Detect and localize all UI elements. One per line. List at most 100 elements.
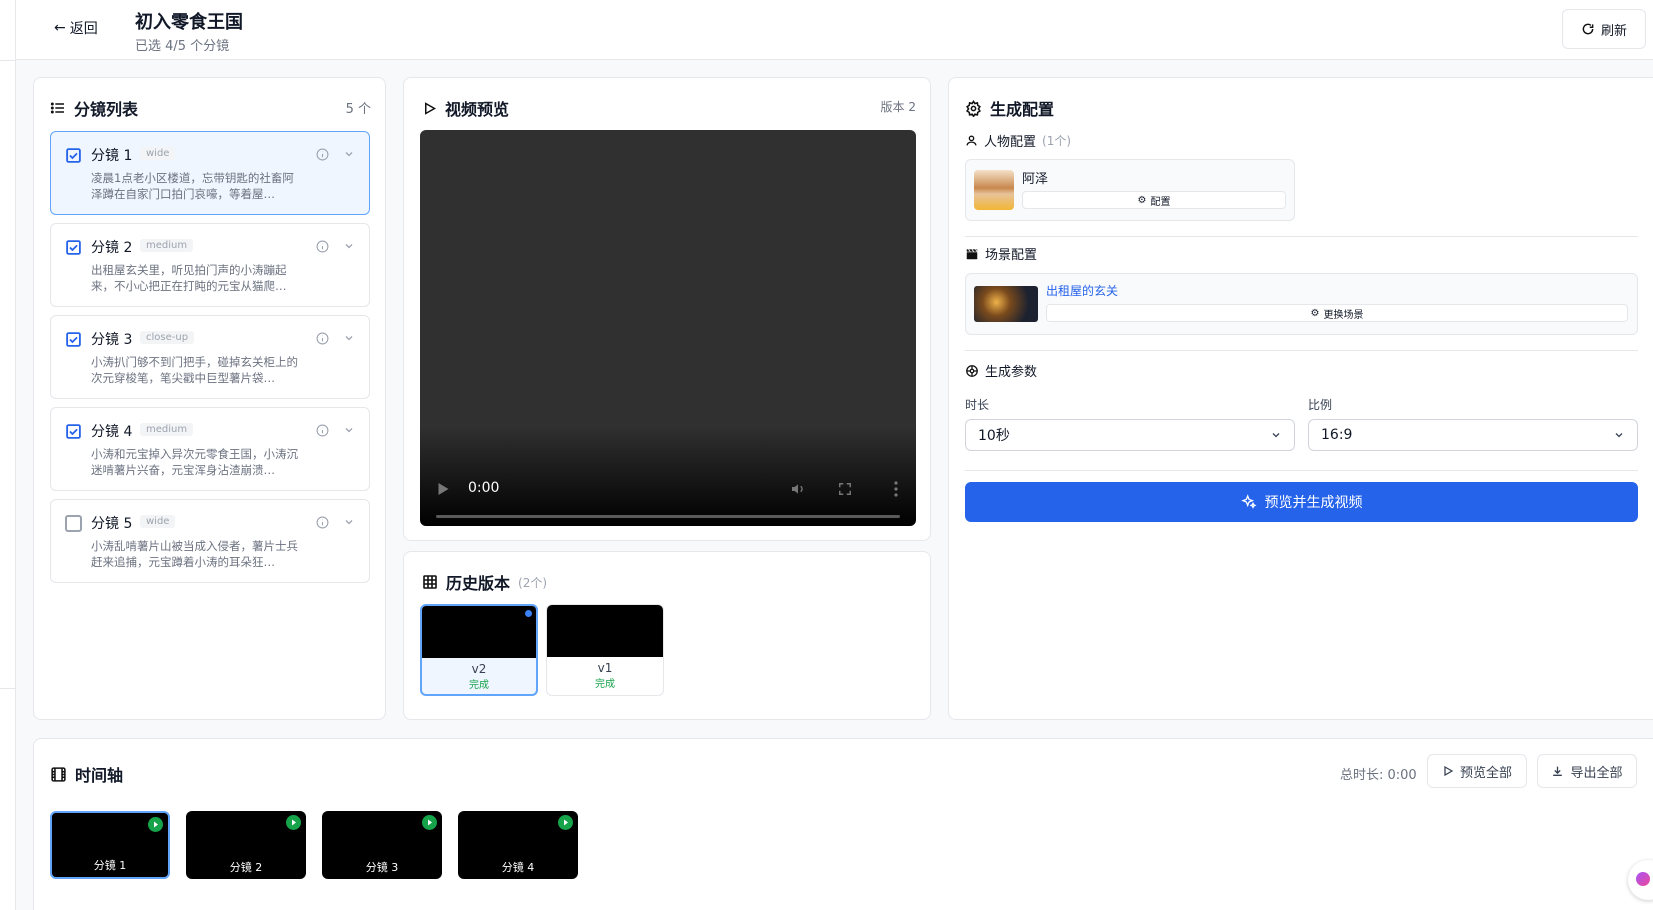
play-outline-icon <box>425 101 437 115</box>
params-label: 生成参数 <box>985 365 1038 380</box>
aperture-icon <box>966 364 978 377</box>
checkbox-unchecked[interactable] <box>65 515 82 532</box>
shot-description: 小涛和元宝掉入异次元零食王国，小涛沉迷啃薯片兴奋，元宝浑身沾渣崩溃… <box>91 447 298 477</box>
shot-item[interactable]: 分镜 3 close-up 小涛扒门够不到门把手，碰掉玄关柜上的次元穿梭笔，笔尖戳中… <box>50 315 370 399</box>
version-card-v1[interactable]: v1 完成 <box>546 604 664 696</box>
character-card: 阿泽 ⚙ 配置 <box>965 159 1295 221</box>
checkbox-checked-icon[interactable] <box>65 423 82 440</box>
clip-label: 分镜 2 <box>229 861 263 874</box>
fullscreen-icon[interactable] <box>838 482 852 496</box>
character-avatar <box>974 170 1014 210</box>
back-button[interactable]: ← 返回 <box>54 18 98 38</box>
shot-description: 小涛扒门够不到门把手，碰掉玄关柜上的次元穿梭笔，笔尖戳中巨型薯片袋… <box>91 355 298 385</box>
shot-item[interactable]: 分镜 4 medium 小涛和元宝掉入异次元零食王国，小涛沉迷啃薯片兴奋，元宝浑身沾… <box>50 407 370 491</box>
info-icon[interactable] <box>316 424 329 437</box>
checkbox-checked-icon[interactable] <box>65 147 82 164</box>
page-subtitle: 已选 4/5 个分镜 <box>135 39 230 54</box>
chevron-down-icon[interactable] <box>343 332 355 344</box>
more-vertical-icon[interactable] <box>894 481 898 497</box>
shot-description: 出租屋玄关里，听见拍门声的小涛蹦起来，不小心把正在打盹的元宝从猫爬… <box>91 263 287 293</box>
preview-title: 视频预览 <box>445 100 510 119</box>
timeline-clip[interactable]: 分镜 4 <box>458 811 578 879</box>
duration-label: 时长 <box>965 398 990 412</box>
config-title: 生成配置 <box>990 100 1055 119</box>
refresh-button[interactable]: 刷新 <box>1562 9 1646 49</box>
checkbox-checked-icon[interactable] <box>65 239 82 256</box>
play-badge-icon <box>558 815 573 830</box>
ratio-label: 比例 <box>1308 398 1333 412</box>
clapperboard-icon <box>966 248 978 259</box>
duration-select[interactable]: 10秒 <box>965 419 1295 451</box>
volume-icon[interactable] <box>790 481 806 497</box>
shot-list-panel: 分镜列表 5 个 分镜 1 wide 凌晨1点老小区楼道，忘带钥匙的社畜阿泽蹲在自家… <box>33 77 386 720</box>
play-badge-icon <box>422 815 437 830</box>
change-scene-button[interactable]: ⚙ 更换场景 <box>1046 304 1628 322</box>
generation-config-panel: 生成配置 人物配置 (1个) 阿泽 ⚙ 配置 场景配置 出租屋的玄关 ⚙ 更换场… <box>948 77 1653 720</box>
export-all-button[interactable]: 导出全部 <box>1537 754 1637 788</box>
selected-dot <box>525 610 532 617</box>
configure-character-button[interactable]: ⚙ 配置 <box>1022 191 1286 209</box>
shot-description: 小涛乱啃薯片山被当成入侵者，薯片士兵赶来追捕，元宝蹲着小涛的耳朵狂… <box>91 539 298 569</box>
scene-name[interactable]: 出租屋的玄关 <box>1046 282 1118 299</box>
info-icon[interactable] <box>316 240 329 253</box>
chevron-down-icon[interactable] <box>343 516 355 528</box>
timeline-clip[interactable]: 分镜 3 <box>322 811 442 879</box>
chevron-down-icon[interactable] <box>343 240 355 252</box>
arrow-left-icon: ← <box>54 20 66 36</box>
clip-label: 分镜 4 <box>501 861 535 874</box>
history-panel: 历史版本 (2个) v2 完成 v1 完成 <box>403 551 931 720</box>
clip-label: 分镜 3 <box>365 861 399 874</box>
history-count: (2个) <box>518 575 548 590</box>
play-outline-icon <box>1444 765 1454 777</box>
info-icon[interactable] <box>316 332 329 345</box>
ratio-select[interactable]: 16:9 <box>1308 419 1638 451</box>
shot-type-tag: medium <box>140 423 194 436</box>
version-label: 版本 2 <box>880 100 916 114</box>
shot-description: 凌晨1点老小区楼道，忘带钥匙的社畜阿泽蹲在自家门口拍门哀嚎，等着屋… <box>91 171 294 201</box>
shot-name: 分镜 5 <box>91 516 133 532</box>
total-duration: 总时长: 0:00 <box>1340 768 1417 783</box>
timeline-title: 时间轴 <box>75 766 124 785</box>
info-icon[interactable] <box>316 148 329 161</box>
scene-thumbnail <box>974 286 1038 322</box>
video-controls: 0:00 <box>420 446 916 526</box>
shot-name: 分镜 4 <box>91 424 133 440</box>
info-icon[interactable] <box>316 516 329 529</box>
gear-icon: ⚙ <box>1310 307 1320 319</box>
checkbox-checked-icon[interactable] <box>65 331 82 348</box>
play-badge-icon <box>148 817 163 832</box>
film-icon <box>51 766 66 782</box>
list-icon <box>50 102 64 114</box>
page-title: 初入零食王国 <box>135 12 243 33</box>
timeline-clip[interactable]: 分镜 2 <box>186 811 306 879</box>
gear-icon: ⚙ <box>1137 194 1147 206</box>
play-badge-icon <box>286 815 301 830</box>
video-player[interactable]: 0:00 <box>420 130 916 526</box>
shot-item[interactable]: 分镜 2 medium 出租屋玄关里，听见拍门声的小涛蹦起来，不小心把正在打盹的元宝… <box>50 223 370 307</box>
chevron-down-icon <box>1272 433 1280 438</box>
settings-icon <box>966 99 981 117</box>
history-title: 历史版本 <box>446 574 511 593</box>
version-card-v2[interactable]: v2 完成 <box>420 604 538 696</box>
timeline-clip[interactable]: 分镜 1 <box>50 811 170 879</box>
sparkles-icon <box>1240 494 1256 509</box>
preview-generate-button[interactable]: 预览并生成视频 <box>965 482 1638 522</box>
shot-type-tag: medium <box>140 239 194 252</box>
shot-name: 分镜 1 <box>91 148 133 164</box>
shot-item[interactable]: 分镜 5 wide 小涛乱啃薯片山被当成入侵者，薯片士兵赶来追捕，元宝蹲着小涛的耳朵… <box>50 499 370 583</box>
chevron-down-icon[interactable] <box>343 424 355 436</box>
refresh-icon <box>1582 23 1594 35</box>
character-config-label: 人物配置 <box>984 135 1037 150</box>
play-icon[interactable] <box>438 483 449 495</box>
timeline-panel: 时间轴 总时长: 0:00 预览全部 导出全部 分镜 1 分镜 2 分镜 3 分镜 4 <box>33 738 1653 910</box>
shot-type-tag: close-up <box>140 331 195 344</box>
shot-count: 5 个 <box>345 102 371 117</box>
shot-item[interactable]: 分镜 1 wide 凌晨1点老小区楼道，忘带钥匙的社畜阿泽蹲在自家门口拍门哀嚎，等着… <box>50 131 370 215</box>
chevron-down-icon[interactable] <box>343 148 355 160</box>
preview-all-button[interactable]: 预览全部 <box>1427 754 1527 788</box>
top-bar: ← 返回 初入零食王国 已选 4/5 个分镜 刷新 <box>16 0 1653 60</box>
clip-label: 分镜 1 <box>93 859 127 872</box>
scene-card: 出租屋的玄关 ⚙ 更换场景 <box>965 273 1638 335</box>
shot-name: 分镜 2 <box>91 240 133 256</box>
video-progress-bar[interactable] <box>436 515 900 518</box>
